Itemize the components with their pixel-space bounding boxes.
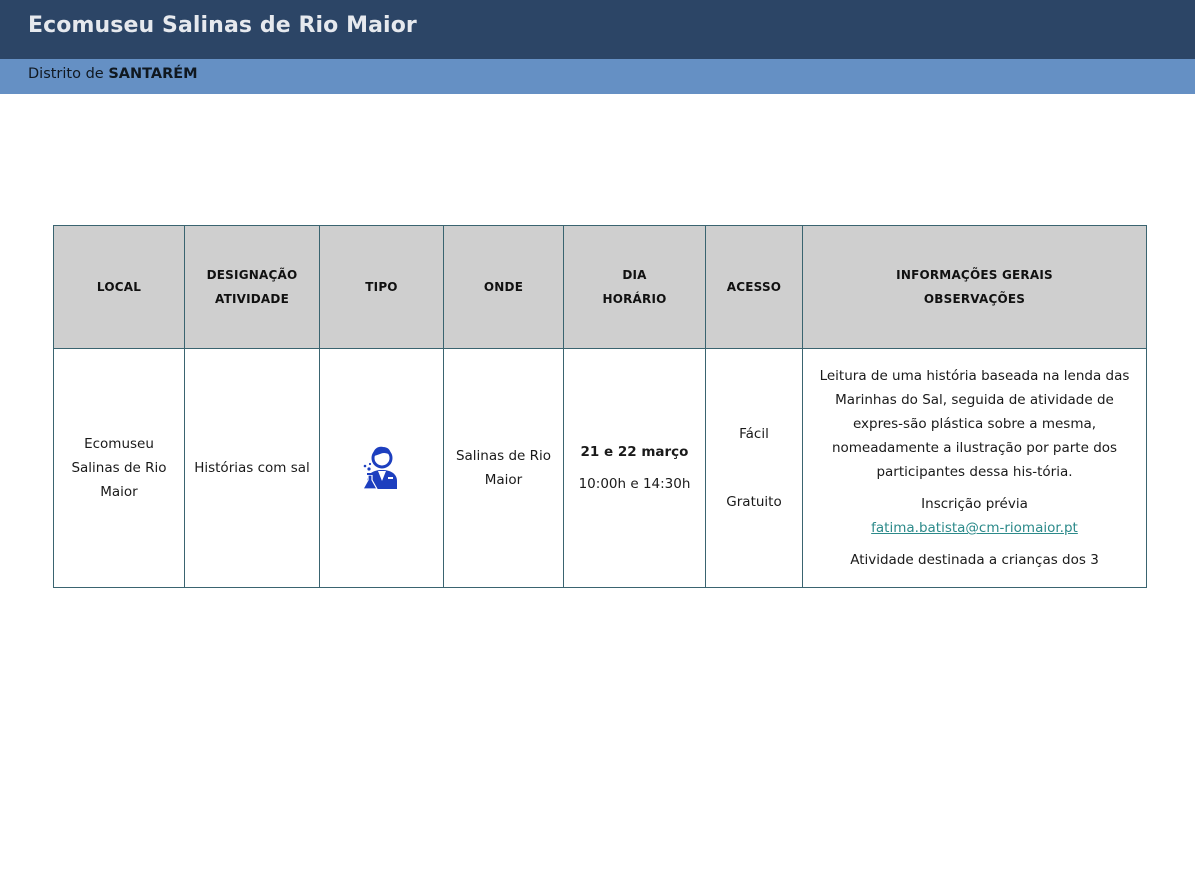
cell-info: Leitura de uma história baseada na lenda… (802, 348, 1147, 588)
event-dates: 21 e 22 março (580, 444, 689, 460)
cell-designacao: Histórias com sal (184, 348, 320, 588)
col-header-acesso: ACESSO (705, 225, 803, 349)
col-header-designacao: DESIGNAÇÃO ATIVIDADE (184, 225, 320, 349)
table-header-row: LOCAL DESIGNAÇÃO ATIVIDADE TIPO ONDE DIA… (53, 225, 1147, 349)
scientist-icon (355, 437, 409, 491)
col-header-local: LOCAL (53, 225, 185, 349)
page-title: Ecomuseu Salinas de Rio Maior (28, 13, 417, 38)
info-registration: Inscrição prévia (921, 496, 1028, 512)
info-registration-block: Inscrição prévia fatima.batista@cm-rioma… (809, 492, 1140, 540)
col-header-dia-horario: DIA HORÁRIO (563, 225, 706, 349)
contact-email-link[interactable]: fatima.batista@cm-riomaior.pt (871, 520, 1078, 536)
cell-local: Ecomuseu Salinas de Rio Maior (53, 348, 185, 588)
access-level: Fácil (739, 426, 769, 442)
cell-acesso: Fácil Gratuito (705, 348, 803, 588)
district-label: Distrito de SANTARÉM (28, 66, 198, 82)
cell-dia-horario: 21 e 22 março 10:00h e 14:30h (563, 348, 706, 588)
col-header-onde: ONDE (443, 225, 564, 349)
district-name: SANTARÉM (108, 66, 198, 82)
access-price: Gratuito (726, 494, 782, 510)
info-audience: Atividade destinada a crianças dos 3 (850, 552, 1099, 568)
col-header-info: INFORMAÇÕES GERAIS OBSERVAÇÕES (802, 225, 1147, 349)
cell-onde: Salinas de Rio Maior (443, 348, 564, 588)
cell-tipo (319, 348, 444, 588)
col-header-tipo: TIPO (319, 225, 444, 349)
event-times: 10:00h e 14:30h (578, 476, 691, 492)
district-prefix: Distrito de (28, 66, 109, 82)
info-description: Leitura de uma história baseada na lenda… (819, 368, 1130, 480)
activities-table: LOCAL DESIGNAÇÃO ATIVIDADE TIPO ONDE DIA… (53, 225, 1147, 588)
table-row: Ecomuseu Salinas de Rio Maior Histórias … (53, 348, 1147, 588)
